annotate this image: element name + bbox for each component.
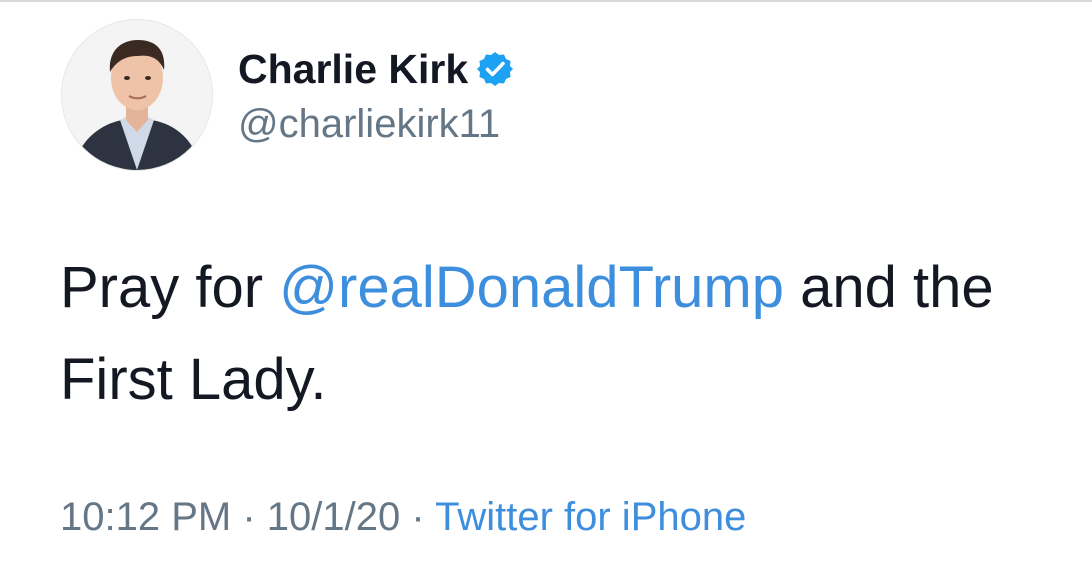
tweet-source-link[interactable]: Twitter for iPhone <box>435 495 746 539</box>
tweet-date[interactable]: 10/1/20 <box>267 495 400 539</box>
tweet-text-before: Pray for <box>60 255 280 320</box>
avatar[interactable] <box>61 19 213 171</box>
user-handle[interactable]: @charliekirk11 <box>238 100 500 148</box>
avatar-portrait <box>62 20 212 170</box>
tweet-time[interactable]: 10:12 PM <box>60 495 231 539</box>
tweet-meta: 10:12 PM · 10/1/20 · Twitter for iPhone <box>60 492 746 542</box>
top-divider <box>0 0 1092 2</box>
display-name[interactable]: Charlie Kirk <box>238 44 468 94</box>
tweet-text: Pray for @realDonaldTrump and the First … <box>60 242 1070 426</box>
verified-badge-icon <box>476 50 514 88</box>
display-name-row[interactable]: Charlie Kirk <box>238 44 514 94</box>
meta-separator-2: · <box>411 495 425 539</box>
mention-link[interactable]: @realDonaldTrump <box>279 255 784 320</box>
meta-separator-1: · <box>242 495 256 539</box>
